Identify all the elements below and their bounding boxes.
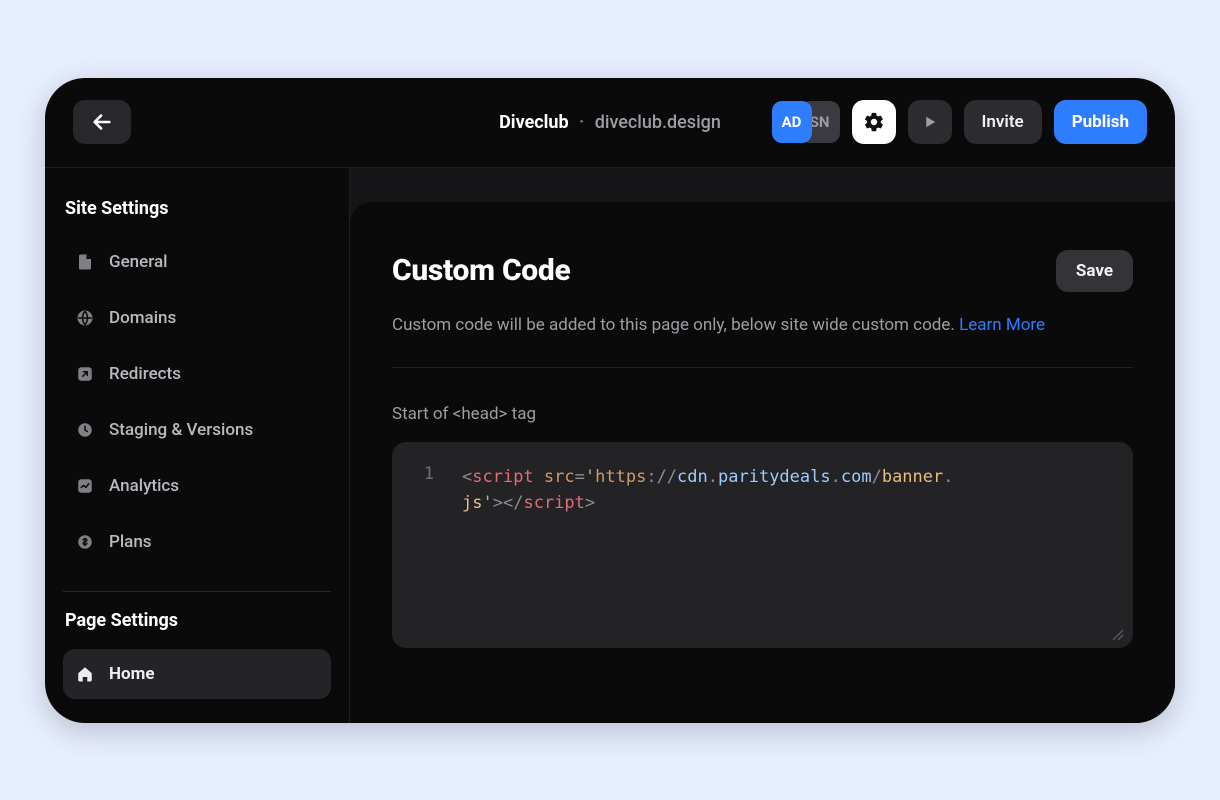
separator: · [579, 112, 584, 133]
avatar[interactable]: AD [772, 101, 812, 143]
dollar-icon [75, 532, 95, 552]
panel-description: Custom code will be added to this page o… [392, 312, 1133, 339]
sidebar-item-label: Plans [109, 532, 152, 552]
sidebar-item-redirects[interactable]: Redirects [63, 349, 331, 399]
code-editor[interactable]: 1 <script src='https://cdn.paritydeals.c… [392, 442, 1133, 648]
publish-button[interactable]: Publish [1054, 100, 1147, 144]
external-link-icon [75, 364, 95, 384]
custom-code-panel: Custom Code Save Custom code will be add… [350, 202, 1175, 723]
gear-icon [863, 111, 885, 133]
sidebar-item-label: Domains [109, 308, 176, 328]
home-icon [75, 664, 95, 684]
line-number: 1 [416, 464, 434, 484]
clock-icon [75, 420, 95, 440]
page-settings-heading: Page Settings [65, 610, 329, 631]
site-name: Diveclub [499, 112, 569, 133]
collaborator-avatars: AD SN [772, 101, 840, 143]
file-icon [75, 252, 95, 272]
back-button[interactable] [73, 100, 131, 144]
sidebar-item-staging[interactable]: Staging & Versions [63, 405, 331, 455]
page-title: Custom Code [392, 253, 570, 288]
learn-more-link[interactable]: Learn More [959, 315, 1045, 335]
sidebar-item-label: Redirects [109, 364, 181, 384]
site-settings-heading: Site Settings [65, 198, 329, 219]
sidebar-item-home[interactable]: Home [63, 649, 331, 699]
breadcrumb: Diveclub · diveclub.design [499, 112, 721, 133]
top-bar: Diveclub · diveclub.design AD SN Invite [45, 78, 1175, 168]
sidebar-item-general[interactable]: General [63, 237, 331, 287]
sidebar-divider [63, 591, 331, 592]
sidebar-item-domains[interactable]: Domains [63, 293, 331, 343]
site-domain: diveclub.design [595, 112, 721, 133]
sidebar: Site Settings General Domains [45, 168, 350, 723]
sidebar-item-label: Home [109, 664, 155, 684]
globe-icon [75, 308, 95, 328]
play-icon [921, 113, 939, 131]
arrow-left-icon [91, 111, 113, 133]
field-label-head: Start of <head> tag [392, 404, 1133, 424]
divider [392, 367, 1133, 368]
settings-button[interactable] [852, 100, 896, 144]
chart-icon [75, 476, 95, 496]
sidebar-item-label: General [109, 252, 167, 272]
save-button[interactable]: Save [1056, 250, 1133, 292]
main-area: Custom Code Save Custom code will be add… [350, 168, 1175, 723]
resize-handle[interactable] [1109, 626, 1125, 642]
sidebar-item-label: Staging & Versions [109, 420, 253, 440]
preview-button[interactable] [908, 100, 952, 144]
app-frame: Diveclub · diveclub.design AD SN Invite [45, 78, 1175, 723]
code-content: <script src='https://cdn.paritydeals.com… [462, 464, 954, 517]
sidebar-item-plans[interactable]: Plans [63, 517, 331, 567]
sidebar-item-analytics[interactable]: Analytics [63, 461, 331, 511]
invite-button[interactable]: Invite [964, 100, 1042, 144]
sidebar-item-label: Analytics [109, 476, 179, 496]
